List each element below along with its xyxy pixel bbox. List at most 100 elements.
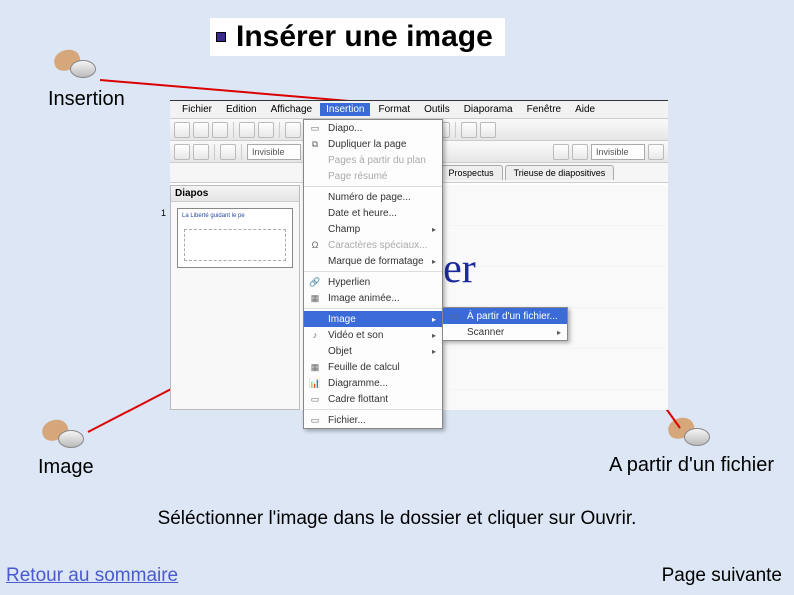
menu-affichage[interactable]: Affichage bbox=[265, 103, 319, 116]
mouse-hand-icon bbox=[42, 420, 88, 452]
menu-item-icon: ▭ bbox=[308, 414, 322, 426]
menu-item-label: Image bbox=[328, 314, 356, 325]
menu-item[interactable]: Champ▸ bbox=[304, 221, 442, 237]
menu-item-icon: Ω bbox=[308, 239, 322, 251]
menu-outils[interactable]: Outils bbox=[418, 103, 456, 116]
menu-item[interactable]: 🔗 Hyperlien bbox=[304, 274, 442, 290]
slides-panel-title: Diapos bbox=[171, 186, 299, 202]
mouse-hand-icon bbox=[54, 50, 100, 82]
menu-item-icon: ⧉ bbox=[308, 138, 322, 150]
menu-item-label: Numéro de page... bbox=[328, 192, 411, 203]
slide-number: 1 bbox=[161, 208, 166, 218]
menu-item-label: Hyperlien bbox=[328, 277, 370, 288]
page-title-row: Insérer une image bbox=[210, 18, 505, 56]
menu-item[interactable]: Marque de formatage ▸ bbox=[304, 253, 442, 269]
menu-item[interactable]: ⧉ Dupliquer la page bbox=[304, 136, 442, 152]
toolbar-button[interactable] bbox=[220, 144, 236, 160]
menu-item[interactable]: ▦ Feuille de calcul bbox=[304, 359, 442, 375]
image-callout: Image bbox=[38, 420, 94, 479]
back-link-container: Retour au sommaire bbox=[6, 565, 178, 587]
mouse-hand-icon bbox=[668, 418, 714, 450]
toolbar-button[interactable] bbox=[285, 122, 301, 138]
view-tab[interactable]: Prospectus bbox=[440, 165, 503, 180]
menu-item[interactable]: ▦Image animée... bbox=[304, 290, 442, 306]
line-style-select[interactable]: Invisible bbox=[247, 144, 301, 160]
toolbar-button[interactable] bbox=[174, 122, 190, 138]
slide-thumb-title: La Liberté guidant le pe bbox=[178, 209, 292, 223]
menu-fichier[interactable]: Fichier bbox=[176, 103, 218, 116]
toolbar-button[interactable] bbox=[553, 144, 569, 160]
menu-item-label: Date et heure... bbox=[328, 208, 397, 219]
title-bullet-icon bbox=[216, 32, 226, 42]
menu-item-label: À partir d'un fichier... bbox=[467, 311, 558, 322]
toolbar-button[interactable] bbox=[239, 122, 255, 138]
menu-item-icon bbox=[308, 207, 322, 219]
toolbar-button[interactable] bbox=[461, 122, 477, 138]
menu-item: Ω Caractères spéciaux... bbox=[304, 237, 442, 253]
toolbar-button[interactable] bbox=[212, 122, 228, 138]
menu-item-icon bbox=[308, 170, 322, 182]
menu-item-label: Page résumé bbox=[328, 171, 387, 182]
menu-item-icon: ▦ bbox=[308, 361, 322, 373]
menu-item-icon: ♪ bbox=[308, 329, 322, 341]
menu-format[interactable]: Format bbox=[372, 103, 416, 116]
insertion-label: Insertion bbox=[48, 88, 125, 111]
submenu-arrow-icon: ▸ bbox=[432, 257, 436, 266]
insertion-menu[interactable]: ▭Diapo... ⧉ Dupliquer la page Pages à parti… bbox=[303, 119, 443, 429]
menu-item-icon bbox=[308, 313, 322, 325]
menu-item-icon: ▭ bbox=[447, 310, 461, 322]
toolbar-button[interactable] bbox=[258, 122, 274, 138]
menu-item-label: Fichier... bbox=[328, 415, 366, 426]
menu-aide[interactable]: Aide bbox=[569, 103, 601, 116]
menu-item[interactable]: Scanner▸ bbox=[443, 324, 567, 340]
menu-insertion[interactable]: Insertion bbox=[320, 103, 370, 116]
menu-item[interactable]: Date et heure... bbox=[304, 205, 442, 221]
menu-item-icon: ▦ bbox=[308, 292, 322, 304]
menu-item-icon bbox=[447, 326, 461, 338]
image-submenu[interactable]: ▭ À partir d'un fichier... Scanner▸ bbox=[442, 307, 568, 341]
menu-item-label: Objet bbox=[328, 346, 352, 357]
menu-item-label: Champ bbox=[328, 224, 360, 235]
menu-item-icon bbox=[308, 255, 322, 267]
submenu-arrow-icon: ▸ bbox=[432, 331, 436, 340]
back-to-summary-link[interactable]: Retour au sommaire bbox=[6, 565, 178, 586]
menu-item[interactable]: ▭Cadre flottant bbox=[304, 391, 442, 407]
menu-item-label: Cadre flottant bbox=[328, 394, 388, 405]
menu-item[interactable]: ▭Diapo... bbox=[304, 120, 442, 136]
image-label: Image bbox=[38, 456, 94, 479]
menu-item[interactable]: 📊Diagramme... bbox=[304, 375, 442, 391]
menu-item-label: Vidéo et son bbox=[328, 330, 383, 341]
submenu-arrow-icon: ▸ bbox=[557, 328, 561, 337]
toolbar-button[interactable] bbox=[572, 144, 588, 160]
menu-item-icon bbox=[308, 345, 322, 357]
menu-item[interactable]: Numéro de page... bbox=[304, 189, 442, 205]
fichier-callout: A partir d'un fichier bbox=[609, 418, 774, 477]
view-tab[interactable]: Trieuse de diapositives bbox=[505, 165, 615, 180]
toolbar-button[interactable] bbox=[480, 122, 496, 138]
menu-item[interactable]: Objet▸ bbox=[304, 343, 442, 359]
menu-item[interactable]: ♪ Vidéo et son ▸ bbox=[304, 327, 442, 343]
menu-item[interactable]: ▭ À partir d'un fichier... bbox=[443, 308, 567, 324]
insertion-callout: Insertion bbox=[48, 50, 125, 111]
fill-style-select[interactable]: Invisible bbox=[591, 144, 645, 160]
slide-thumbnail[interactable]: La Liberté guidant le pe bbox=[177, 208, 293, 268]
menu-item-label: Marque de formatage bbox=[328, 256, 424, 267]
toolbar-button[interactable] bbox=[193, 144, 209, 160]
menu-item-icon: 🔗 bbox=[308, 276, 322, 288]
toolbar-button[interactable] bbox=[174, 144, 190, 160]
menubar: FichierEditionAffichageInsertionFormatOu… bbox=[170, 101, 668, 119]
menu-item-label: Caractères spéciaux... bbox=[328, 240, 428, 251]
menu-item-label: Dupliquer la page bbox=[328, 139, 406, 150]
instruction-text: Séléctionner l'image dans le dossier et … bbox=[0, 508, 794, 530]
menu-diaporama[interactable]: Diaporama bbox=[458, 103, 519, 116]
menu-item-label: Pages à partir du plan bbox=[328, 155, 426, 166]
page-title: Insérer une image bbox=[236, 20, 493, 54]
menu-item-icon: 📊 bbox=[308, 377, 322, 389]
menu-item[interactable]: ▭ Fichier... bbox=[304, 412, 442, 428]
toolbar-button[interactable] bbox=[648, 144, 664, 160]
menu-item[interactable]: Image▸ bbox=[304, 311, 442, 327]
toolbar-button[interactable] bbox=[193, 122, 209, 138]
menu-edition[interactable]: Edition bbox=[220, 103, 263, 116]
menu-item-label: Feuille de calcul bbox=[328, 362, 400, 373]
menu-fenêtre[interactable]: Fenêtre bbox=[521, 103, 567, 116]
